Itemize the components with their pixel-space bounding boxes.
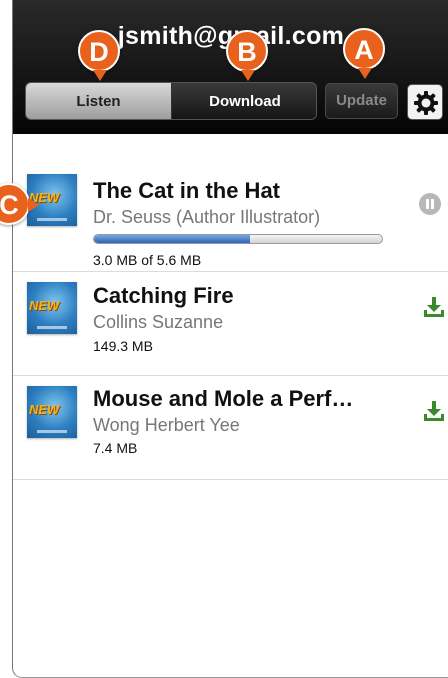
book-title: Mouse and Mole a Perf…	[93, 386, 354, 411]
app-window: jsmith@gmail.com Listen Download Update	[12, 0, 448, 678]
book-cover: NEW	[27, 386, 77, 438]
download-tab[interactable]: Download	[172, 83, 316, 119]
callout-b: B	[226, 30, 268, 81]
list-item[interactable]: NEW The Cat in the Hat Dr. Seuss (Author…	[13, 166, 448, 272]
new-badge: NEW	[29, 298, 60, 313]
book-author: Collins Suzanne	[93, 312, 224, 332]
download-icon[interactable]	[422, 294, 446, 318]
gear-icon	[414, 91, 438, 115]
view-segmented-control: Listen Download	[25, 82, 317, 120]
cover-caption	[37, 430, 67, 433]
top-bar: jsmith@gmail.com Listen Download Update	[13, 0, 448, 134]
list-item[interactable]: NEW Mouse and Mole a Perf… Wong Herbert …	[13, 376, 448, 480]
cover-caption	[37, 326, 67, 329]
listen-tab[interactable]: Listen	[26, 83, 172, 119]
book-size: 149.3 MB	[93, 338, 153, 354]
update-button[interactable]: Update	[325, 83, 398, 119]
list-item[interactable]: NEW Catching Fire Collins Suzanne 149.3 …	[13, 272, 448, 376]
callout-d: D	[78, 30, 120, 81]
callout-a: A	[343, 28, 385, 79]
book-author: Wong Herbert Yee	[93, 415, 240, 435]
progress-fill	[94, 235, 250, 243]
download-progress-bar	[93, 234, 383, 244]
book-author: Dr. Seuss (Author Illustrator)	[93, 207, 321, 227]
cover-caption	[37, 218, 67, 221]
book-size: 7.4 MB	[93, 440, 138, 456]
book-title: The Cat in the Hat	[93, 178, 281, 203]
pause-icon[interactable]	[419, 193, 441, 215]
settings-button[interactable]	[407, 84, 443, 120]
download-icon[interactable]	[422, 398, 446, 422]
book-title: Catching Fire	[93, 283, 234, 308]
book-size: 3.0 MB of 5.6 MB	[93, 252, 202, 268]
book-list: NEW The Cat in the Hat Dr. Seuss (Author…	[13, 166, 448, 480]
new-badge: NEW	[29, 402, 60, 417]
book-cover: NEW	[27, 282, 77, 334]
